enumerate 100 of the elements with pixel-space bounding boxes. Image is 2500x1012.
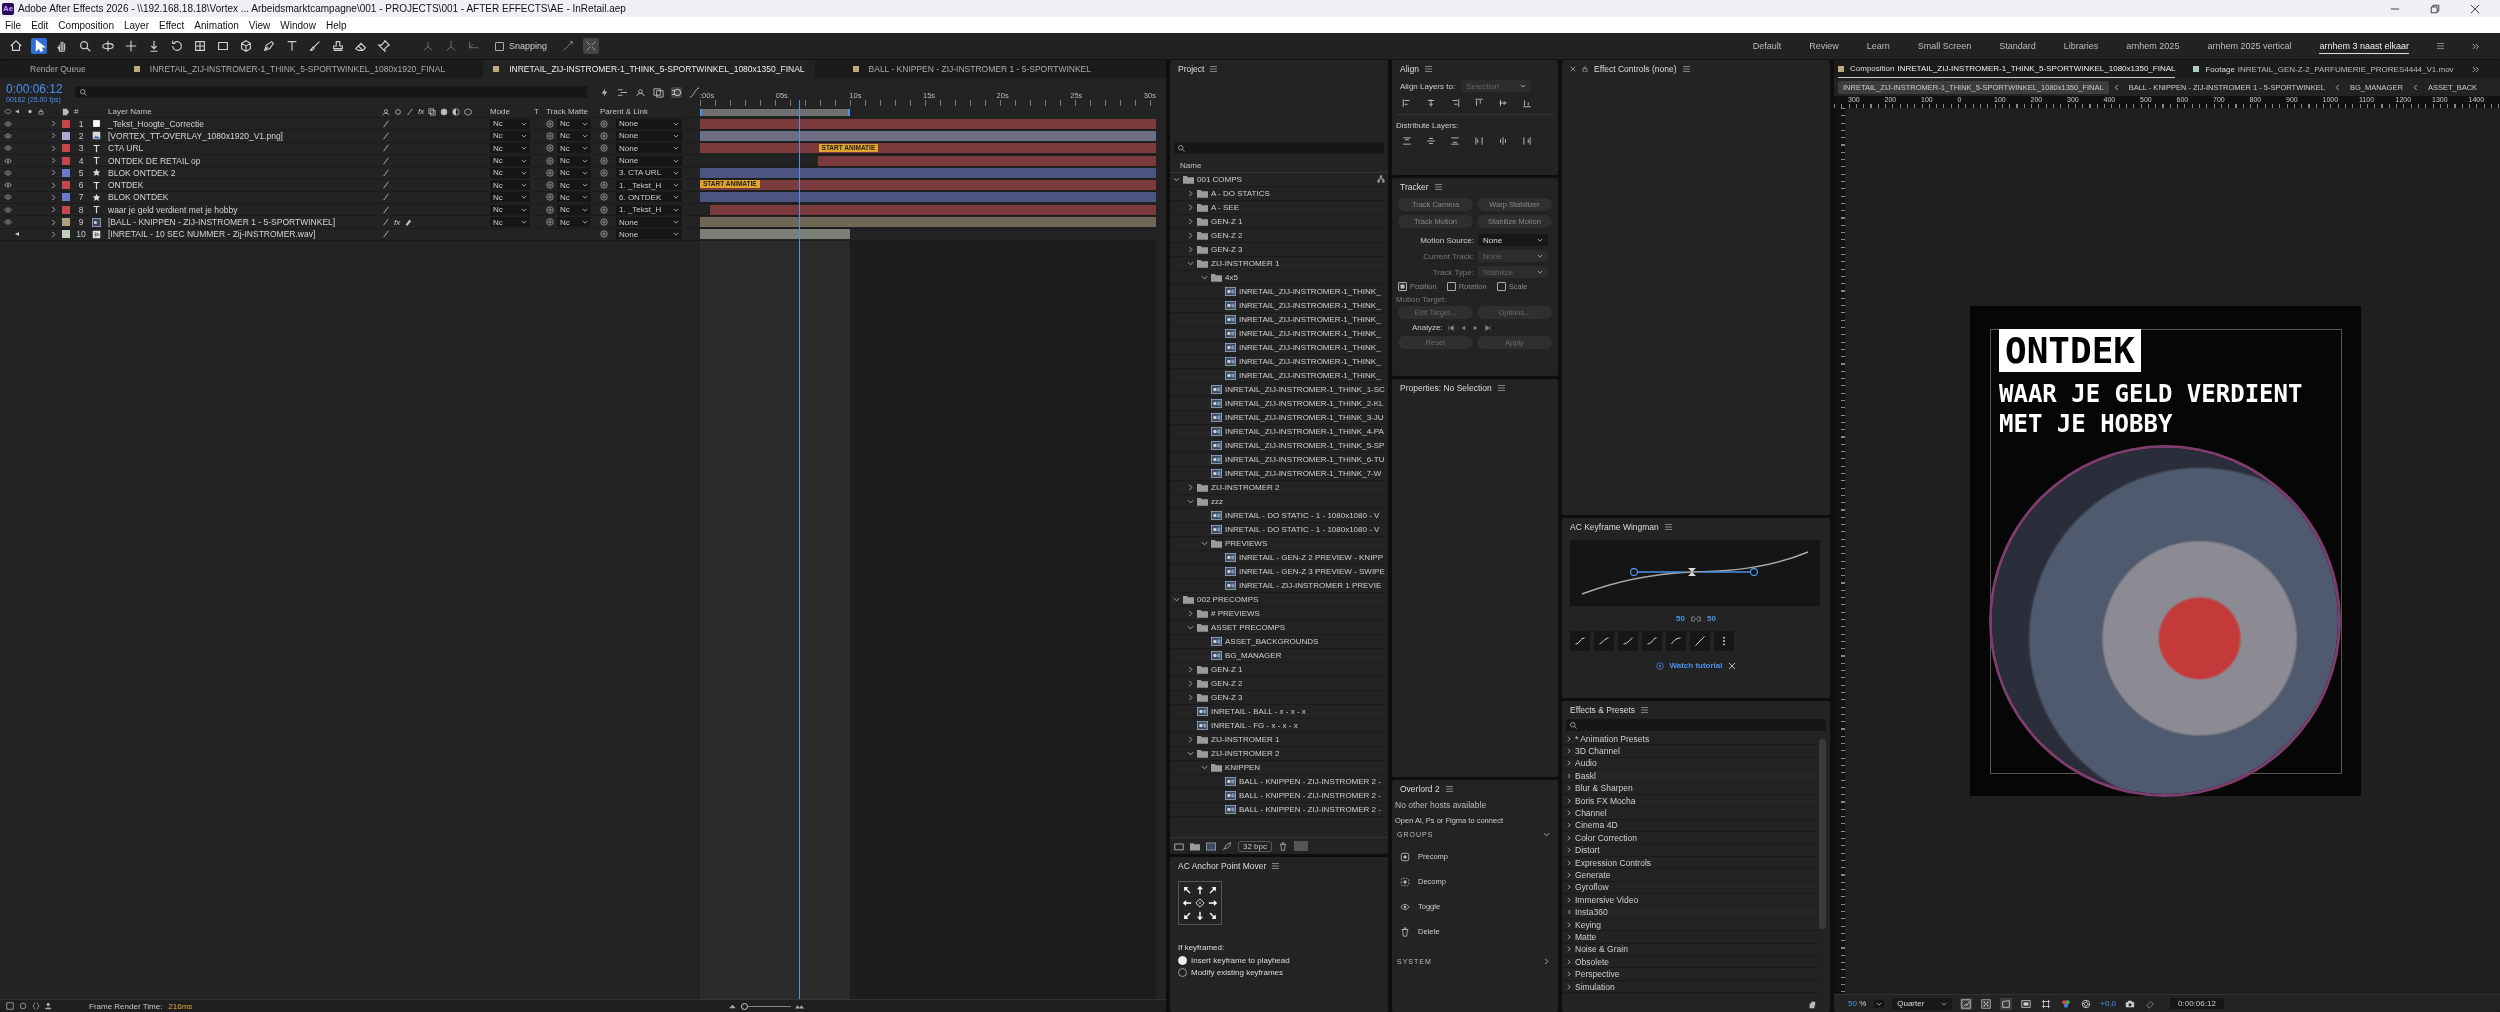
layer-name[interactable]: waar je geld verdient met je hobby [108,204,378,215]
project-item[interactable]: ZIJ-INSTROMER 1 [1211,735,1280,744]
menu-item[interactable]: File [5,19,22,31]
parent-dropdown[interactable]: 6. ONTDEK [616,192,682,203]
project-item[interactable]: 4x5 [1225,273,1238,282]
project-item[interactable]: GEN-Z 3 [1211,693,1243,702]
parent-dropdown[interactable]: None [616,229,682,240]
mode-dropdown[interactable]: Nc [490,130,530,141]
effect-category[interactable]: Immersive Video [1575,894,1639,905]
project-item[interactable]: INRETAIL_ZIJ-INSTROMER-1_THINK_3-JU [1225,413,1384,422]
menu-item[interactable]: Window [280,19,316,31]
effect-category[interactable]: Expression Controls [1575,857,1652,868]
exposure-value[interactable]: +0,0 [2100,999,2117,1008]
effect-category[interactable]: Obsolete [1575,956,1610,967]
panel-title[interactable]: Effect Controls (none) [1594,64,1677,74]
parent-dropdown[interactable]: 3. CTA URL [616,167,682,178]
project-item[interactable]: BALL - KNIPPEN - ZIJ-INSTROMER 2 - [1239,777,1381,786]
panel-title[interactable]: Tracker [1400,182,1429,192]
track-matte-dropdown[interactable]: Nc [557,118,591,129]
timeline-tab[interactable]: BALL - KNIPPEN - ZIJ-INSTROMER 1 - 5-SPORTWINKEL [842,60,1101,78]
effect-category[interactable]: Keying [1575,919,1601,930]
project-item[interactable]: INRETAIL_ZIJ-INSTROMER-1_THINK_6-TU [1225,455,1385,464]
track-matte-dropdown[interactable]: Nc [557,180,591,191]
project-item[interactable]: BALL - KNIPPEN - ZIJ-INSTROMER 2 - [1239,791,1381,800]
project-item[interactable]: INRETAIL_ZIJ-INSTROMER-1_THINK_ [1239,357,1381,366]
magnification-field[interactable]: 50 % [1848,999,1867,1008]
workspace-tab[interactable]: arnhem 2025 vertical [2207,39,2292,53]
column-header[interactable]: # [74,107,88,116]
workspace-tab[interactable]: Review [1809,39,1839,53]
layer-name[interactable]: ONTDEK DE RETAIL op [108,155,378,166]
mode-dropdown[interactable]: Nc [490,167,530,178]
project-item[interactable]: INRETAIL_ZIJ-INSTROMER-1_THINK_ [1239,315,1381,324]
project-item[interactable]: GEN-Z 2 [1211,679,1243,688]
layer-name[interactable]: [BALL - KNIPPEN - ZIJ-INSTROMER 1 - 5-SPORTWINKEL] [108,217,378,227]
project-item[interactable]: # PREVIEWS [1211,609,1260,618]
project-item[interactable]: INRETAIL_ZIJ-INSTROMER-1_THINK_7-W [1225,469,1382,478]
workspace-tab[interactable]: Libraries [2063,39,2099,53]
viewer-tab[interactable]: Footage INRETAIL_GEN-Z-2_PARFUMERIE_PRORES4444_V1.mov [2193,60,2454,78]
project-item[interactable]: KNIPPEN [1225,763,1261,772]
project-item[interactable]: INRETAIL - GEN-Z 3 PREVIEW - SWIPE [1239,567,1385,576]
project-item[interactable]: ZIJ-INSTROMER 1 [1211,259,1280,268]
panel-title[interactable]: AC Keyframe Wingman [1570,522,1659,532]
influence-value[interactable]: 50 [1676,614,1685,623]
column-header[interactable]: Mode [490,107,530,116]
track-matte-dropdown[interactable]: Nc [557,217,591,227]
mode-dropdown[interactable]: Nc [490,155,530,166]
parent-dropdown[interactable]: None [616,143,682,154]
tracker-dropdown[interactable]: None [1478,234,1548,246]
panel-title[interactable]: Align [1400,64,1419,74]
parent-dropdown[interactable]: None [616,130,682,141]
parent-dropdown[interactable]: 1. _Tekst_H [616,180,682,191]
project-item[interactable]: GEN-Z 3 [1211,245,1243,254]
panel-title[interactable]: Properties: No Selection [1400,383,1492,393]
menu-item[interactable]: Effect [158,19,185,31]
project-item[interactable]: A - DO STATICS [1211,189,1270,198]
effect-category[interactable]: Baskl [1575,770,1596,781]
project-item[interactable]: INRETAIL - DO STATIC - 1 - 1080x1080 - V [1225,511,1380,520]
project-item[interactable]: 001 COMPS [1197,175,1242,184]
bit-depth-button[interactable]: 32 bpc [1238,840,1273,852]
track-matte-dropdown[interactable]: Nc [557,155,591,166]
timeline-tab[interactable]: Render Queue [20,60,96,78]
timeline-tab[interactable]: INRETAIL_ZIJ-INSTROMER-1_THINK_5-SPORTWINKEL_1080x1920_FINAL [123,60,456,78]
timeline-tab[interactable]: INRETAIL_ZIJ-INSTROMER-1_THINK_5-SPORTWINKEL_1080x1350_FINAL [483,60,815,78]
effect-category[interactable]: Gyroflow [1575,882,1609,893]
layer-name[interactable]: BLOK ONTDEK [108,192,378,203]
effect-category[interactable]: Simulation [1575,981,1615,992]
menu-item[interactable]: Edit [31,19,49,31]
project-item[interactable]: INRETAIL_ZIJ-INSTROMER-1_THINK_ [1239,343,1381,352]
track-matte-dropdown[interactable]: Nc [557,143,591,154]
panel-title[interactable]: Project [1178,64,1205,74]
effect-category[interactable]: Color Correction [1575,832,1637,843]
layer-name[interactable]: [VORTEX_TT-OVERLAY_1080x1920_V1.png] [108,130,378,141]
column-header[interactable]: Track Matte [546,107,596,116]
layer-name[interactable]: CTA URL [108,143,378,154]
project-item[interactable]: INRETAIL - DO STATIC - 1 - 1080x1080 - V [1225,525,1380,534]
effect-category[interactable]: Perspective [1575,969,1620,980]
effect-category[interactable]: Audio [1575,758,1597,769]
menu-item[interactable]: Composition [58,19,114,31]
project-item[interactable]: ASSET PRECOMPS [1211,623,1286,632]
layer-name[interactable]: ONTDEK [108,180,378,191]
viewer-tab[interactable]: Composition INRETAIL_ZIJ-INSTROMER-1_THINK_5-SPORTWINKEL_1080x1350_FINAL [1838,60,2176,78]
project-item[interactable]: 002 PRECOMPS [1197,595,1259,604]
workspace-tab[interactable]: Standard [1999,39,2036,53]
project-item[interactable]: INRETAIL_ZIJ-INSTROMER-1_THINK_ [1239,301,1381,310]
track-matte-dropdown[interactable]: Nc [557,167,591,178]
workspace-tab[interactable]: Default [1752,39,1782,53]
track-matte-dropdown[interactable]: Nc [557,130,591,141]
project-item[interactable]: GEN-Z 2 [1211,231,1243,240]
mode-dropdown[interactable]: Nc [490,143,530,154]
tutorial-link[interactable]: Watch tutorial [1669,661,1723,670]
effect-category[interactable]: * Animation Presets [1575,733,1650,744]
workspace-tab[interactable]: Small Screen [1917,39,1972,53]
menu-item[interactable]: Layer [123,19,149,31]
project-item[interactable]: ASSET_BACKGROUNDS [1225,637,1319,646]
influence-value[interactable]: 50 [1707,614,1716,623]
layer-name[interactable]: [INRETAIL - 10 SEC NUMMER - Zij-INSTROMER.wav] [108,229,378,240]
project-item[interactable]: INRETAIL_ZIJ-INSTROMER-1_THINK_ [1239,329,1381,338]
effect-category[interactable]: Matte [1575,931,1597,942]
mode-dropdown[interactable]: Nc [490,217,530,227]
column-header[interactable]: Name [1180,160,1202,170]
